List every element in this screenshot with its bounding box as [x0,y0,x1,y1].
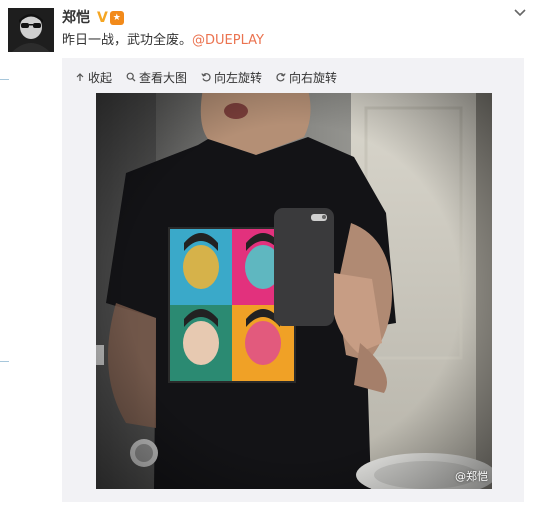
rotate-left-label: 向左旋转 [214,70,263,85]
post-text: 昨日一战，武功全废。@DUEPLAY [62,33,264,49]
mention-link[interactable]: @DUEPLAY [192,33,264,48]
collapse-button[interactable]: 收起 [75,69,112,86]
collapse-icon [76,73,84,81]
username[interactable]: 郑恺 [62,9,90,27]
verified-icon[interactable]: V [97,10,108,26]
mirror-selfie-image [96,93,492,489]
view-large-button[interactable]: 查看大图 [126,69,187,86]
chevron-down-icon[interactable] [512,6,528,20]
post-body: 昨日一战，武功全废。 [62,33,193,48]
rotate-right-button[interactable]: 向右旋转 [276,69,337,86]
divider [0,79,9,80]
post-photo[interactable]: @郑恺 [96,93,492,489]
avatar-image [8,8,54,52]
collapse-label: 收起 [88,70,113,85]
rotate-left-button[interactable]: 向左旋转 [201,69,262,86]
media-panel: 收起 查看大图 向左旋转 向右旋转 @郑恺 [62,58,524,502]
rotate-right-label: 向右旋转 [289,70,338,85]
divider [0,361,9,362]
media-toolbar: 收起 查看大图 向左旋转 向右旋转 [75,69,351,85]
photo-watermark: @郑恺 [455,470,488,483]
rotate-right-icon [276,73,286,82]
magnifier-icon [126,72,136,82]
rotate-left-icon [201,73,211,82]
avatar[interactable] [8,8,54,52]
view-large-label: 查看大图 [139,70,188,85]
user-badges: V ★ [97,10,124,26]
medal-icon[interactable]: ★ [109,11,124,25]
